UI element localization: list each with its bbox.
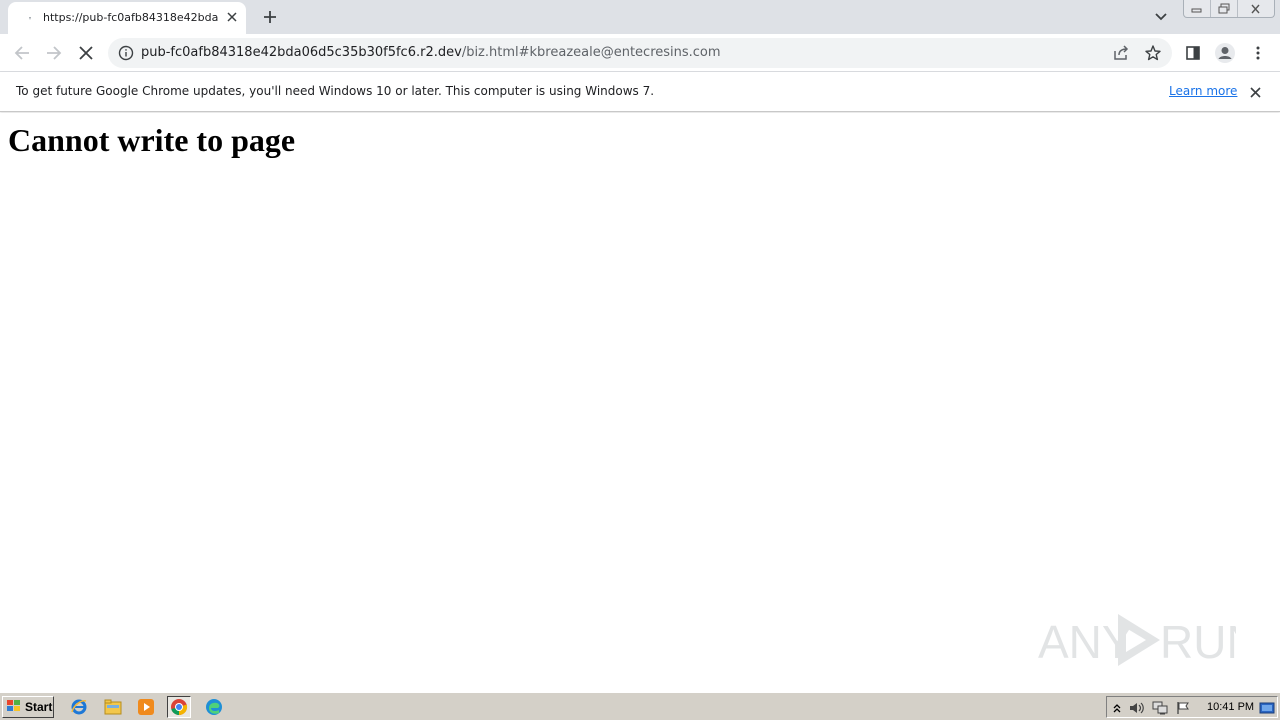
page-heading: Cannot write to page (8, 122, 296, 158)
browser-toolbar: pub-fc0afb84318e42bda06d5c35b30f5fc6.r2.… (0, 34, 1280, 72)
file-explorer-icon[interactable] (101, 696, 125, 718)
url-text[interactable]: pub-fc0afb84318e42bda06d5c35b30f5fc6.r2.… (141, 45, 721, 60)
action-center-flag-icon[interactable] (1175, 700, 1191, 716)
update-infobar: To get future Google Chrome updates, you… (0, 72, 1280, 112)
watermark-play-icon (1118, 614, 1160, 666)
stop-loading-icon[interactable] (73, 40, 99, 66)
window-close-icon[interactable] (1238, 0, 1274, 17)
bookmark-star-icon[interactable] (1144, 44, 1164, 62)
watermark-text-right: RUN (1160, 616, 1236, 668)
infobar-close-icon[interactable] (1247, 84, 1263, 100)
profile-icon[interactable] (1214, 42, 1236, 64)
anyrun-watermark: ANY RUN (1036, 606, 1260, 674)
kebab-menu-icon[interactable] (1247, 42, 1269, 64)
start-button[interactable]: Start (2, 696, 54, 718)
windows-taskbar: Start 10:41 PM (0, 692, 1280, 720)
learn-more-link[interactable]: Learn more (1169, 84, 1237, 98)
restore-icon[interactable] (1211, 0, 1238, 17)
minimize-icon[interactable] (1184, 0, 1211, 17)
chrome-icon[interactable] (167, 696, 191, 718)
share-icon[interactable] (1112, 44, 1132, 62)
new-tab-plus-icon[interactable] (258, 5, 282, 29)
internet-explorer-icon[interactable] (67, 696, 91, 718)
url-host: pub-fc0afb84318e42bda06d5c35b30f5fc6.r2.… (141, 45, 462, 60)
forward-arrow-right-icon[interactable] (41, 40, 67, 66)
back-arrow-left-icon[interactable] (9, 40, 35, 66)
page-favicon-icon (26, 11, 36, 21)
tab-search-chevron-down-icon[interactable] (1150, 6, 1172, 28)
show-hidden-icon[interactable] (1109, 700, 1125, 716)
media-player-icon[interactable] (134, 696, 158, 718)
site-info-icon[interactable] (118, 45, 134, 61)
network-icon[interactable] (1152, 700, 1168, 716)
system-tray: 10:41 PM (1106, 696, 1278, 718)
volume-icon[interactable] (1129, 700, 1145, 716)
browser-tab[interactable]: https://pub-fc0afb84318e42bda06d5c35b30f… (8, 2, 246, 34)
url-path: /biz.html#kbreazeale@entecresins.com (461, 45, 721, 60)
edge-icon[interactable] (202, 696, 226, 718)
taskbar-clock[interactable]: 10:41 PM (1207, 701, 1254, 713)
side-panel-icon[interactable] (1182, 42, 1204, 64)
windows-logo-icon (6, 698, 22, 717)
tab-title: https://pub-fc0afb84318e42bda06d5c35b30f… (43, 11, 219, 24)
tab-strip: https://pub-fc0afb84318e42bda06d5c35b30f… (0, 0, 1280, 34)
tab-close-icon[interactable] (224, 9, 240, 25)
address-bar[interactable]: pub-fc0afb84318e42bda06d5c35b30f5fc6.r2.… (108, 38, 1172, 68)
show-desktop-icon[interactable] (1259, 700, 1275, 716)
start-label: Start (25, 700, 53, 714)
infobar-message: To get future Google Chrome updates, you… (16, 84, 655, 98)
window-controls (1183, 0, 1275, 18)
